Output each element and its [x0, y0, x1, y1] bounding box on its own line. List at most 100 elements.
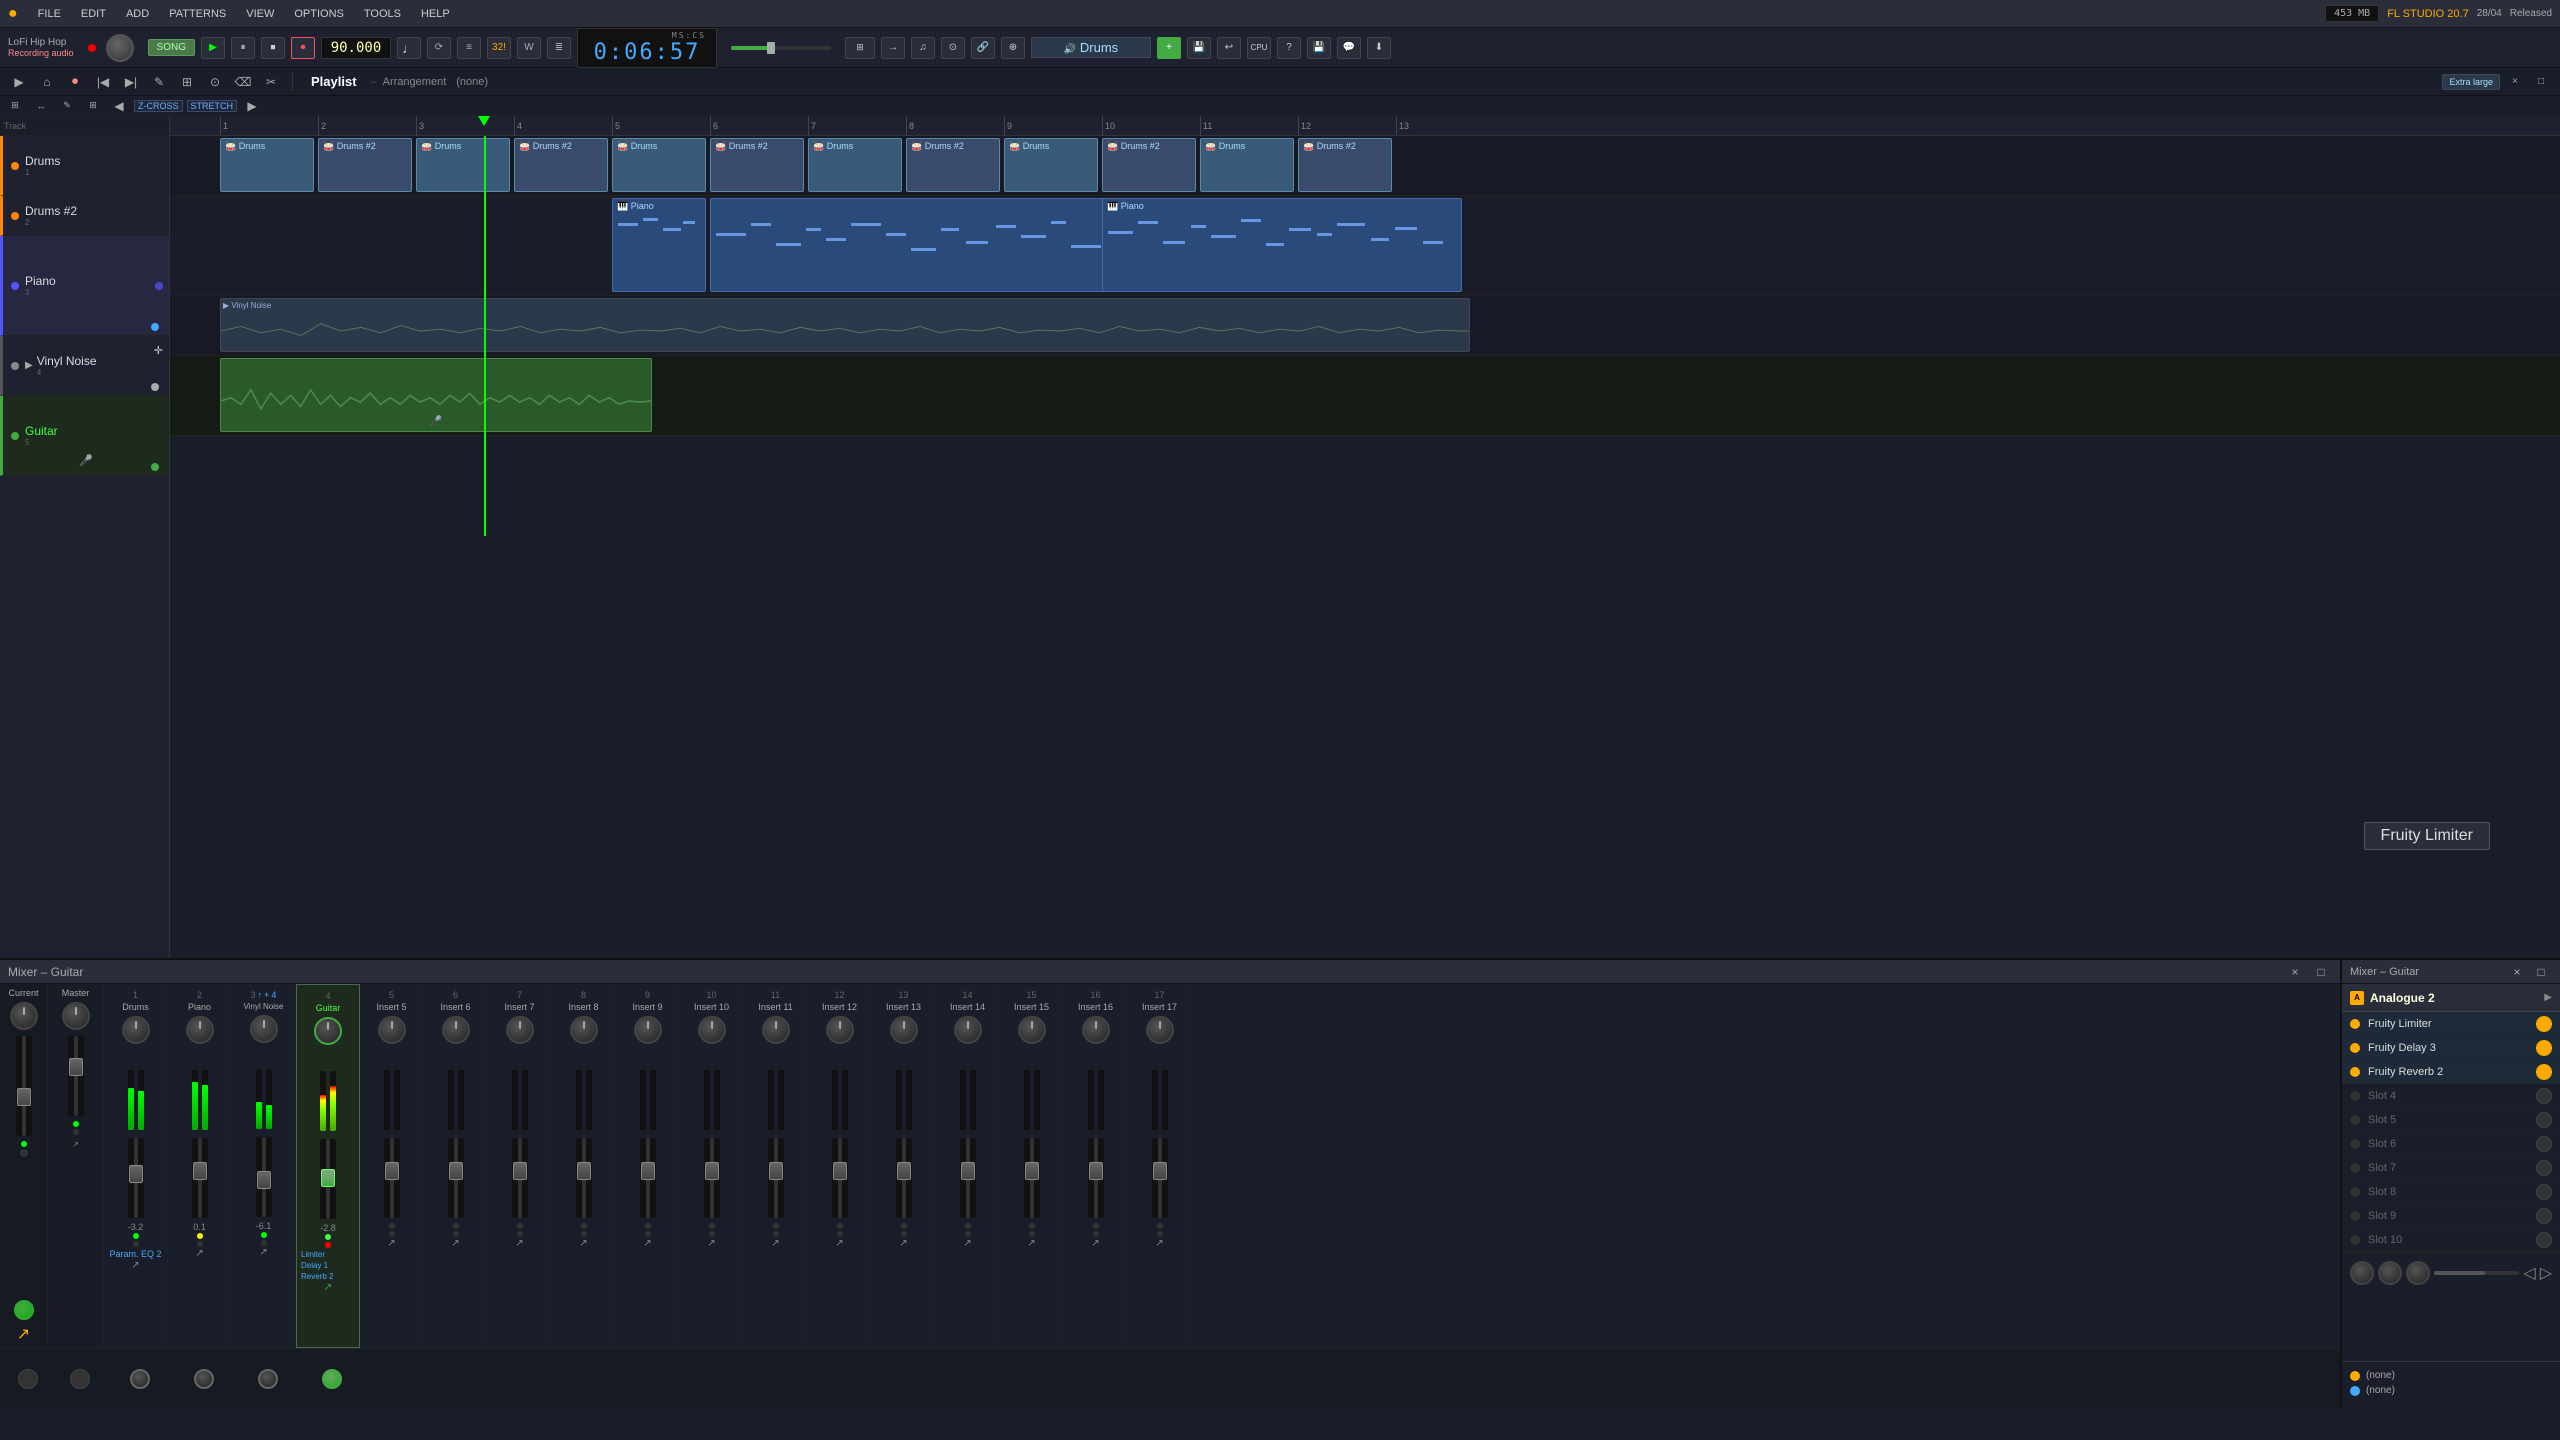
drums-clip-3[interactable]: 🥁 Drums — [416, 138, 510, 192]
mixer-channel-current[interactable]: Current ↗ — [0, 984, 48, 1348]
fx-eq-knob-3[interactable] — [2406, 1261, 2430, 1285]
menu-patterns[interactable]: PATTERNS — [165, 6, 230, 22]
stop-button[interactable]: ⏹ — [261, 37, 285, 59]
send-knob-drums[interactable] — [130, 1369, 150, 1389]
mode-button[interactable]: ≣ — [547, 37, 571, 59]
current-pan-knob[interactable] — [10, 1002, 38, 1030]
playlist-skip-fwd-btn[interactable]: ▶| — [120, 71, 142, 93]
fx-slot-10[interactable]: Slot 10 — [2342, 1228, 2560, 1252]
fx-slot-5[interactable]: Slot 5 — [2342, 1108, 2560, 1132]
mixer-channel-insert-9[interactable]: 9 Insert 9 — [616, 984, 680, 1348]
mixer-channel-insert-12[interactable]: 12 Insert 12 — [808, 984, 872, 1348]
send-knob-current[interactable] — [18, 1369, 38, 1389]
fx-slot-8[interactable]: Slot 8 — [2342, 1180, 2560, 1204]
fx-eq-knob-1[interactable] — [2350, 1261, 2374, 1285]
piano-clip-3[interactable]: 🎹 Piano — [1102, 198, 1462, 292]
track-label-drums[interactable]: Drums 1 — [0, 136, 169, 196]
vinyl-volume-handle[interactable] — [151, 383, 159, 391]
fx-slot-7[interactable]: Slot 7 — [2342, 1156, 2560, 1180]
guitar-reverb-label[interactable]: Reverb 2 — [299, 1271, 357, 1282]
send-knob-vinyl[interactable] — [258, 1369, 278, 1389]
fx-slot-1[interactable]: Fruity Limiter — [2342, 1012, 2560, 1036]
drums-clip-5[interactable]: 🥁 Drums — [612, 138, 706, 192]
channel-name-display[interactable]: 🔊 Drums — [1031, 37, 1151, 58]
fx-panel-close-btn[interactable]: × — [2506, 961, 2528, 983]
fx-slot-4-toggle[interactable] — [2536, 1088, 2552, 1104]
guitar-pan-knob[interactable] — [314, 1017, 342, 1045]
send-knob-master[interactable] — [70, 1369, 90, 1389]
mixer-max-btn[interactable]: □ — [2310, 961, 2332, 983]
fx-slot-6-toggle[interactable] — [2536, 1136, 2552, 1152]
insert13-pan-knob[interactable] — [890, 1016, 918, 1044]
save-button[interactable]: 💾 — [1187, 37, 1211, 59]
menu-view[interactable]: VIEW — [242, 6, 278, 22]
drums-clip-4[interactable]: 🥁 Drums #2 — [514, 138, 608, 192]
piano-volume-handle[interactable] — [151, 323, 159, 331]
mixer-channel-insert-7[interactable]: 7 Insert 7 — [488, 984, 552, 1348]
fx-slot-9[interactable]: Slot 9 — [2342, 1204, 2560, 1228]
fx-slot-2-toggle[interactable] — [2536, 1040, 2552, 1056]
mixer-channel-2-piano[interactable]: 2 Piano — [168, 984, 232, 1348]
insert16-pan-knob[interactable] — [1082, 1016, 1110, 1044]
drums-clip-11[interactable]: 🥁 Drums — [1200, 138, 1294, 192]
playlist-home-btn[interactable]: ⌂ — [36, 71, 58, 93]
insert11-fader[interactable] — [768, 1138, 784, 1218]
vinyl-clip[interactable]: ▶ Vinyl Noise — [220, 298, 1470, 352]
fx-slot-5-toggle[interactable] — [2536, 1112, 2552, 1128]
piano-fader[interactable] — [192, 1138, 208, 1218]
record-button[interactable]: ⏺ — [291, 37, 315, 59]
insert9-pan-knob[interactable] — [634, 1016, 662, 1044]
fx-slot-3[interactable]: Fruity Reverb 2 — [2342, 1060, 2560, 1084]
piano-clip-1[interactable]: 🎹 Piano — [612, 198, 706, 292]
piano-pan-knob[interactable] — [186, 1016, 214, 1044]
guitar-limiter-label[interactable]: Limiter — [299, 1249, 357, 1260]
drums-pan-knob[interactable] — [122, 1016, 150, 1044]
mixer-channel-insert-6[interactable]: 6 Insert 6 — [424, 984, 488, 1348]
route-button[interactable]: ⊕ — [1001, 37, 1025, 59]
mixer-channel-insert-14[interactable]: 14 Insert 14 — [936, 984, 1000, 1348]
menu-help[interactable]: HELP — [417, 6, 454, 22]
drums-clip-2[interactable]: 🥁 Drums #2 — [318, 138, 412, 192]
master-fader[interactable] — [68, 1036, 84, 1116]
drums-eq-label[interactable]: Param. EQ 2 — [108, 1248, 162, 1260]
pause-button[interactable]: ⏸ — [231, 37, 255, 59]
send-knob-piano[interactable] — [194, 1369, 214, 1389]
fx-route-send[interactable]: (none) — [2350, 1370, 2552, 1381]
bpm-display[interactable]: 90.000 — [321, 37, 391, 59]
drums-fader[interactable] — [128, 1138, 144, 1218]
mixer-channel-insert-13[interactable]: 13 Insert 13 — [872, 984, 936, 1348]
mixer-channel-insert-16[interactable]: 16 Insert 16 — [1064, 984, 1128, 1348]
mixer-close-btn[interactable]: × — [2284, 961, 2306, 983]
arrow-right-button[interactable]: → — [881, 37, 905, 59]
piano-roll-button[interactable]: ♫ — [911, 37, 935, 59]
track-label-guitar[interactable]: Guitar 5 🎤 — [0, 396, 169, 476]
fx-slot-7-toggle[interactable] — [2536, 1160, 2552, 1176]
menu-edit[interactable]: EDIT — [77, 6, 110, 22]
fx-slot-8-toggle[interactable] — [2536, 1184, 2552, 1200]
insert8-pan-knob[interactable] — [570, 1016, 598, 1044]
guitar-delay-label[interactable]: Delay 1 — [299, 1260, 357, 1271]
drums-clip-8[interactable]: 🥁 Drums #2 — [906, 138, 1000, 192]
mixer-channel-insert-8[interactable]: 8 Insert 8 — [552, 984, 616, 1348]
menu-options[interactable]: OPTIONS — [290, 6, 348, 22]
help-button[interactable]: ? — [1277, 37, 1301, 59]
maximize-playlist-btn[interactable]: □ — [2530, 71, 2552, 93]
insert8-fader[interactable] — [576, 1138, 592, 1218]
save2-button[interactable]: 💾 — [1307, 37, 1331, 59]
chat-button[interactable]: 💬 — [1337, 37, 1361, 59]
insert12-pan-knob[interactable] — [826, 1016, 854, 1044]
timeline-prev-btn[interactable]: ◀ — [108, 95, 130, 117]
mixer-channel-insert-5[interactable]: 5 Insert 5 — [360, 984, 424, 1348]
insert17-fader[interactable] — [1152, 1138, 1168, 1218]
undo-button[interactable]: ↩ — [1217, 37, 1241, 59]
master-pitch-knob[interactable] — [106, 34, 134, 62]
guitar-clip[interactable]: 🎤 — [220, 358, 652, 432]
fx-slot-2[interactable]: Fruity Delay 3 — [2342, 1036, 2560, 1060]
drums-clip-7[interactable]: 🥁 Drums — [808, 138, 902, 192]
fx-slot-1-toggle[interactable] — [2536, 1016, 2552, 1032]
pattern-button2[interactable]: W — [517, 37, 541, 59]
drums-clip-6[interactable]: 🥁 Drums #2 — [710, 138, 804, 192]
insert17-pan-knob[interactable] — [1146, 1016, 1174, 1044]
instrument-header[interactable]: A Analogue 2 ▶ — [2342, 984, 2560, 1012]
timeline-tool-1[interactable]: ⊞ — [4, 95, 26, 117]
